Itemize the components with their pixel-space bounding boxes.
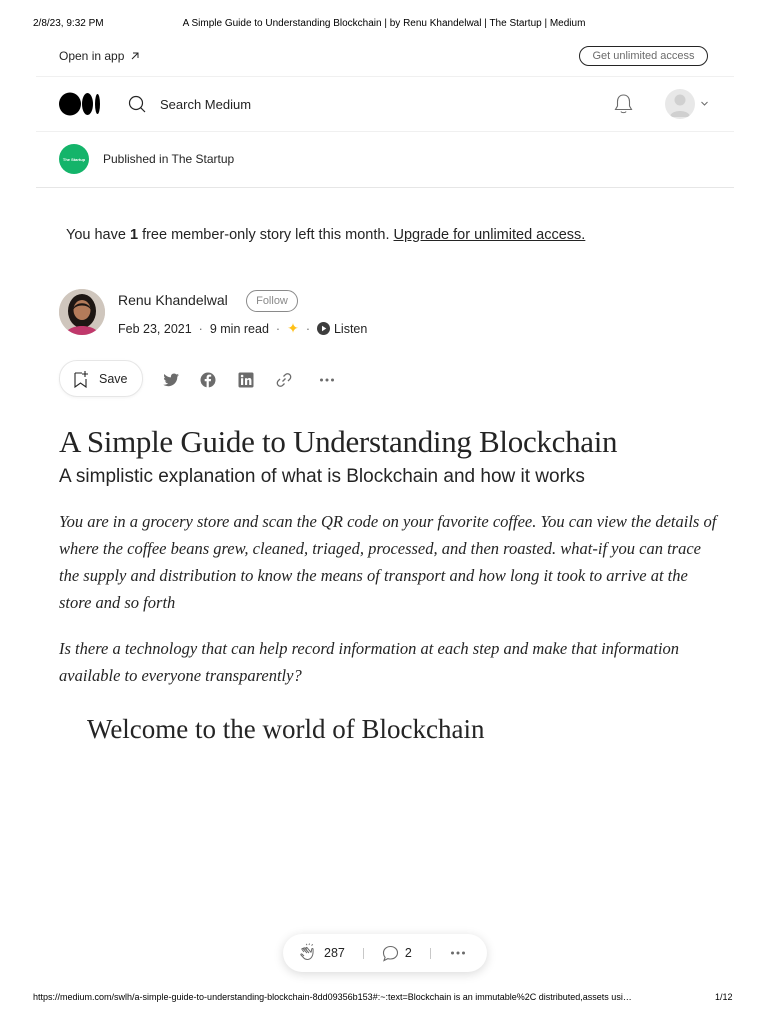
notice-prefix: You have bbox=[66, 227, 130, 243]
separator-dot: · bbox=[198, 321, 203, 336]
save-button[interactable]: Save bbox=[59, 360, 143, 397]
facebook-icon[interactable] bbox=[199, 371, 217, 389]
medium-logo-icon[interactable] bbox=[59, 92, 101, 116]
follow-button[interactable]: Follow bbox=[246, 290, 298, 312]
read-time: 9 min read bbox=[209, 321, 269, 336]
more-options-icon[interactable] bbox=[318, 371, 336, 389]
separator bbox=[362, 947, 364, 959]
listen-label: Listen bbox=[333, 321, 368, 336]
responses-button[interactable]: 2 bbox=[382, 945, 412, 962]
divider bbox=[36, 76, 734, 77]
divider bbox=[36, 187, 734, 188]
more-options-icon bbox=[450, 951, 465, 955]
upgrade-link[interactable]: Upgrade for unlimited access. bbox=[394, 227, 586, 243]
print-page-number: 1/12 bbox=[715, 992, 733, 1002]
separator-dot: · bbox=[275, 321, 281, 336]
bookmark-add-icon bbox=[74, 370, 88, 388]
notice-middle: free member-only story left this month. bbox=[138, 227, 394, 243]
user-avatar[interactable] bbox=[665, 89, 695, 119]
print-title: A Simple Guide to Understanding Blockcha… bbox=[182, 18, 586, 29]
article-subtitle: A simplistic explanation of what is Bloc… bbox=[59, 466, 585, 487]
search-icon[interactable] bbox=[128, 95, 146, 113]
open-in-app-link[interactable]: Open in app bbox=[59, 49, 140, 63]
clap-button[interactable]: 287 bbox=[298, 943, 345, 963]
listen-button[interactable]: Listen bbox=[316, 321, 368, 336]
divider bbox=[36, 131, 734, 132]
user-silhouette-icon bbox=[670, 94, 690, 117]
member-story-notice: You have 1 free member-only story left t… bbox=[66, 227, 585, 243]
section-heading: Welcome to the world of Blockchain bbox=[87, 714, 485, 744]
article-paragraph: You are in a grocery store and scan the … bbox=[59, 512, 717, 612]
publication-logo[interactable]: The Startup bbox=[59, 144, 89, 174]
member-star-icon: ✦ bbox=[287, 320, 299, 336]
save-label: Save bbox=[99, 371, 128, 386]
publication-logo-text: The Startup bbox=[62, 156, 86, 162]
linkedin-icon[interactable] bbox=[237, 371, 255, 389]
notice-count: 1 bbox=[129, 227, 139, 243]
separator bbox=[429, 947, 431, 959]
clap-icon bbox=[300, 943, 314, 960]
link-icon[interactable] bbox=[275, 371, 293, 389]
publish-date: Feb 23, 2021 bbox=[118, 321, 192, 336]
author-portrait-icon bbox=[59, 289, 105, 335]
article-meta: Feb 23, 2021 · 9 min read · ✦ · Listen bbox=[118, 320, 367, 337]
open-in-app-label: Open in app bbox=[59, 49, 125, 63]
author-name[interactable]: Renu Khandelwal bbox=[118, 292, 228, 308]
response-count: 2 bbox=[404, 946, 412, 960]
comment-icon bbox=[382, 945, 398, 962]
separator-dot: · bbox=[305, 321, 310, 336]
article-paragraph: Is there a technology that can help reco… bbox=[59, 639, 680, 685]
twitter-icon[interactable] bbox=[162, 371, 180, 389]
clap-count: 287 bbox=[324, 946, 345, 960]
play-icon bbox=[316, 322, 330, 335]
chevron-down-icon[interactable] bbox=[700, 99, 709, 108]
print-url: https://medium.com/swlh/a-simple-guide-t… bbox=[33, 992, 632, 1002]
article-title: A Simple Guide to Understanding Blockcha… bbox=[59, 424, 618, 459]
floating-action-bar: 287 2 bbox=[283, 934, 487, 972]
publication-label[interactable]: Published in The Startup bbox=[103, 152, 234, 166]
bell-icon[interactable] bbox=[613, 93, 634, 115]
more-actions-button[interactable] bbox=[449, 944, 467, 962]
get-unlimited-access-button[interactable]: Get unlimited access bbox=[579, 46, 708, 66]
arrow-up-right-icon bbox=[132, 52, 139, 60]
author-avatar[interactable] bbox=[59, 289, 105, 335]
search-input[interactable]: Search Medium bbox=[160, 97, 251, 112]
